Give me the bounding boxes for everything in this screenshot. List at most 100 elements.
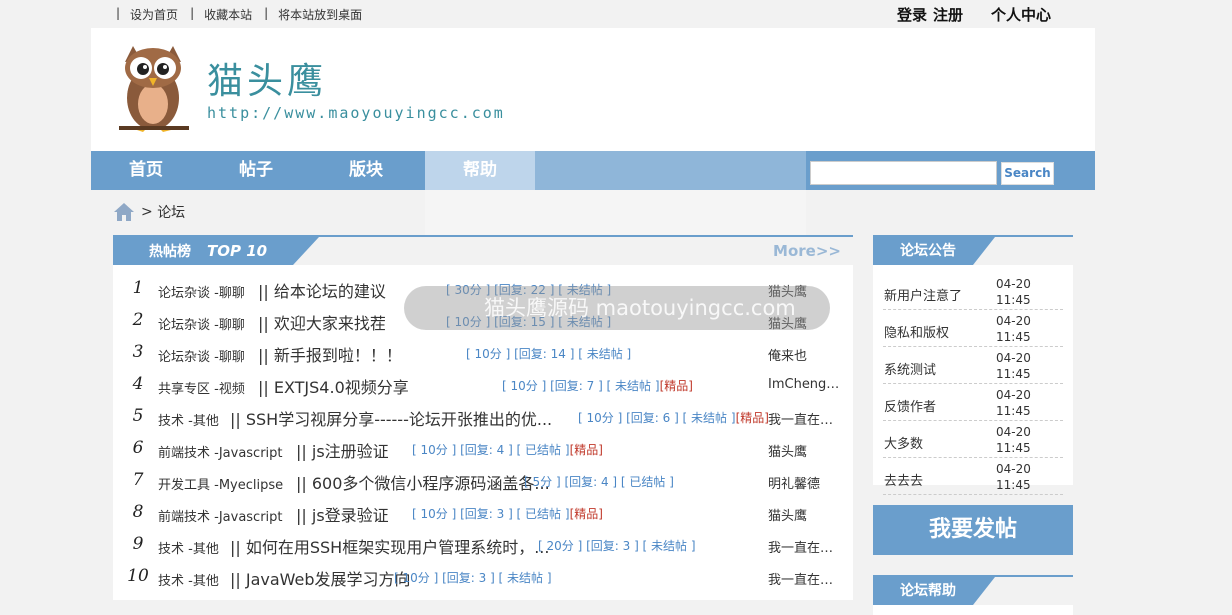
notice-item[interactable]: 隐私和版权 04-20 11:45 xyxy=(883,310,1063,347)
rank-number: 6 xyxy=(132,438,144,458)
notice-date: 04-20 xyxy=(996,388,1031,402)
top-links: | 设为首页 | 收藏本站 | 将本站放到桌面 xyxy=(116,6,374,23)
post-title[interactable]: || 新手报到啦！！！ xyxy=(258,342,402,366)
post-meta: [ 10分 ] [回复: 7 ] [ 未结帖 ][精品] xyxy=(502,377,693,394)
nav-posts[interactable]: 帖子 xyxy=(201,151,311,190)
hot-post-row[interactable]: 7 开发工具 -Myeclipse || 600多个微信小程序源码涵盖各...[ 5… xyxy=(113,465,853,497)
post-author[interactable]: 我一直在… xyxy=(768,537,843,556)
post-title[interactable]: || SSH学习视屏分享------论坛开张推出的优... xyxy=(230,406,552,430)
post-meta-text: [ 10分 ] [回复: 14 ] [ 未结帖 ] xyxy=(466,347,632,361)
post-meta-text: [ 5分 ] [回复: 4 ] [ 已结帖 ] xyxy=(524,475,674,489)
featured-tag: [精品] xyxy=(659,379,693,393)
notice-time: 11:45 xyxy=(996,367,1031,381)
post-meta: [ 10分 ] [回复: 3 ] [ 已结帖 ][精品] xyxy=(412,505,603,522)
nav-home[interactable]: 首页 xyxy=(91,151,201,190)
separator: | xyxy=(264,6,269,20)
more-link[interactable]: More>> xyxy=(773,242,841,260)
new-post-button[interactable]: 我要发帖 xyxy=(873,505,1073,555)
notice-time: 11:45 xyxy=(996,478,1031,492)
post-category[interactable]: 前端技术 -Javascript xyxy=(158,506,283,525)
rank-number: 10 xyxy=(127,566,149,586)
post-title[interactable]: || js注册验证 xyxy=(296,438,389,462)
home-icon[interactable] xyxy=(113,202,135,222)
post-title[interactable]: || JavaWeb发展学习方向 xyxy=(230,566,411,590)
hot-post-row[interactable]: 5 技术 -其他 || SSH学习视屏分享------论坛开张推出的优... [ 10… xyxy=(113,401,853,433)
notice-date: 04-20 xyxy=(996,314,1031,328)
post-author[interactable]: 明礼馨德 xyxy=(768,473,843,492)
breadcrumb: > 论坛 xyxy=(113,202,185,222)
hot-post-row[interactable]: 3 论坛杂谈 -聊聊 || 新手报到啦！！！ [ 10分 ] [回复: 14 ] [ … xyxy=(113,337,853,369)
post-title[interactable]: || js登录验证 xyxy=(296,502,389,526)
notice-item-title[interactable]: 去去去 xyxy=(884,470,923,489)
post-author[interactable]: 猫头鹰 xyxy=(768,505,843,524)
post-author[interactable]: 我一直在… xyxy=(768,409,843,428)
user-center-link[interactable]: 个人中心 xyxy=(991,4,1051,25)
post-title[interactable]: || EXTJS4.0视频分享 xyxy=(258,374,409,398)
user-links: 登录 注册 个人中心 xyxy=(897,4,1057,25)
hot-post-row[interactable]: 9 技术 -其他 || 如何在用SSH框架实现用户管理系统时，...[ 20分 ] … xyxy=(113,529,853,561)
rank-number: 2 xyxy=(132,310,144,330)
hot-post-row[interactable]: 8 前端技术 -Javascript || js登录验证 [ 10分 ] [回复: 3… xyxy=(113,497,853,529)
breadcrumb-separator: > xyxy=(141,204,153,220)
hot-post-row[interactable]: 10 技术 -其他 || JavaWeb发展学习方向[ 10分 ] [回复: 3 ]… xyxy=(113,561,853,593)
top-bar: | 设为首页 | 收藏本站 | 将本站放到桌面 登录 注册 个人中心 xyxy=(0,0,1232,28)
post-meta: [ 10分 ] [回复: 3 ] [ 未结帖 ] xyxy=(394,569,552,586)
post-title[interactable]: || 欢迎大家来找茬 xyxy=(258,310,386,334)
notice-item[interactable]: 系统测试 04-20 11:45 xyxy=(883,347,1063,384)
nav-boards[interactable]: 版块 xyxy=(311,151,421,190)
post-category[interactable]: 技术 -其他 xyxy=(158,410,219,429)
main-nav: 首页 帖子 版块 帮助 Search xyxy=(91,151,1095,190)
notice-time: 11:45 xyxy=(996,404,1031,418)
featured-tag: [精品] xyxy=(569,443,603,457)
post-title[interactable]: || 给本论坛的建议 xyxy=(258,278,386,302)
notice-item-date: 04-20 11:45 xyxy=(996,424,1031,456)
rank-number: 9 xyxy=(132,534,144,554)
post-category[interactable]: 技术 -其他 xyxy=(158,570,219,589)
rank-number: 1 xyxy=(132,278,144,298)
breadcrumb-current[interactable]: 论坛 xyxy=(157,202,185,222)
site-header: 猫头鹰 http://www.maoyouyingcc.com xyxy=(91,28,1095,151)
set-homepage-link[interactable]: 设为首页 xyxy=(130,6,178,23)
post-title[interactable]: || 600多个微信小程序源码涵盖各... xyxy=(296,470,550,494)
bookmark-link[interactable]: 收藏本站 xyxy=(204,6,252,23)
post-category[interactable]: 共享专区 -视频 xyxy=(158,378,245,397)
search-button[interactable]: Search xyxy=(1001,162,1054,185)
hot-post-row[interactable]: 6 前端技术 -Javascript || js注册验证 [ 10分 ] [回复: 4… xyxy=(113,433,853,465)
hot-posts-tab: 热帖榜 TOP 10 xyxy=(113,237,319,265)
post-author[interactable]: ImCheng… xyxy=(768,377,843,392)
notice-time: 11:45 xyxy=(996,293,1031,307)
notice-item-title[interactable]: 大多数 xyxy=(884,433,923,452)
hot-post-row[interactable]: 4 共享专区 -视频 || EXTJS4.0视频分享 [ 10分 ] [回复: 7 ]… xyxy=(113,369,853,401)
post-category[interactable]: 开发工具 -Myeclipse xyxy=(158,474,283,493)
post-category[interactable]: 论坛杂谈 -聊聊 xyxy=(158,346,245,365)
notice-item-title[interactable]: 隐私和版权 xyxy=(884,322,949,341)
post-author[interactable]: 猫头鹰 xyxy=(768,441,843,460)
notice-item[interactable]: 反馈作者 04-20 11:45 xyxy=(883,384,1063,421)
site-name: 猫头鹰 xyxy=(207,61,328,102)
post-author[interactable]: 俺来也 xyxy=(768,345,843,364)
post-author[interactable]: 我一直在… xyxy=(768,569,843,588)
site-url: http://www.maoyouyingcc.com xyxy=(207,104,505,122)
notice-item-title[interactable]: 新用户注意了 xyxy=(884,285,962,304)
watermark-text: 猫头鹰源码 maotouyingcc.com xyxy=(484,296,796,320)
notice-item[interactable]: 新用户注意了 04-20 11:45 xyxy=(883,273,1063,310)
notice-item-date: 04-20 11:45 xyxy=(996,350,1031,382)
notice-item-date: 04-20 11:45 xyxy=(996,461,1031,493)
post-title[interactable]: || 如何在用SSH框架实现用户管理系统时，... xyxy=(230,534,549,558)
post-category[interactable]: 技术 -其他 xyxy=(158,538,219,557)
notice-date: 04-20 xyxy=(996,462,1031,476)
notice-item[interactable]: 去去去 04-20 11:45 xyxy=(883,458,1063,495)
post-category[interactable]: 论坛杂谈 -聊聊 xyxy=(158,282,245,301)
owl-logo-icon[interactable] xyxy=(117,42,189,134)
post-category[interactable]: 前端技术 -Javascript xyxy=(158,442,283,461)
rank-number: 7 xyxy=(132,470,144,490)
nav-help[interactable]: 帮助 xyxy=(425,151,535,190)
register-link[interactable]: 注册 xyxy=(933,4,963,25)
notice-item-title[interactable]: 系统测试 xyxy=(884,359,936,378)
post-category[interactable]: 论坛杂谈 -聊聊 xyxy=(158,314,245,333)
search-input[interactable] xyxy=(810,161,997,185)
desktop-shortcut-link[interactable]: 将本站放到桌面 xyxy=(278,6,362,23)
login-link[interactable]: 登录 xyxy=(897,4,927,25)
notice-item[interactable]: 大多数 04-20 11:45 xyxy=(883,421,1063,458)
notice-item-title[interactable]: 反馈作者 xyxy=(884,396,936,415)
